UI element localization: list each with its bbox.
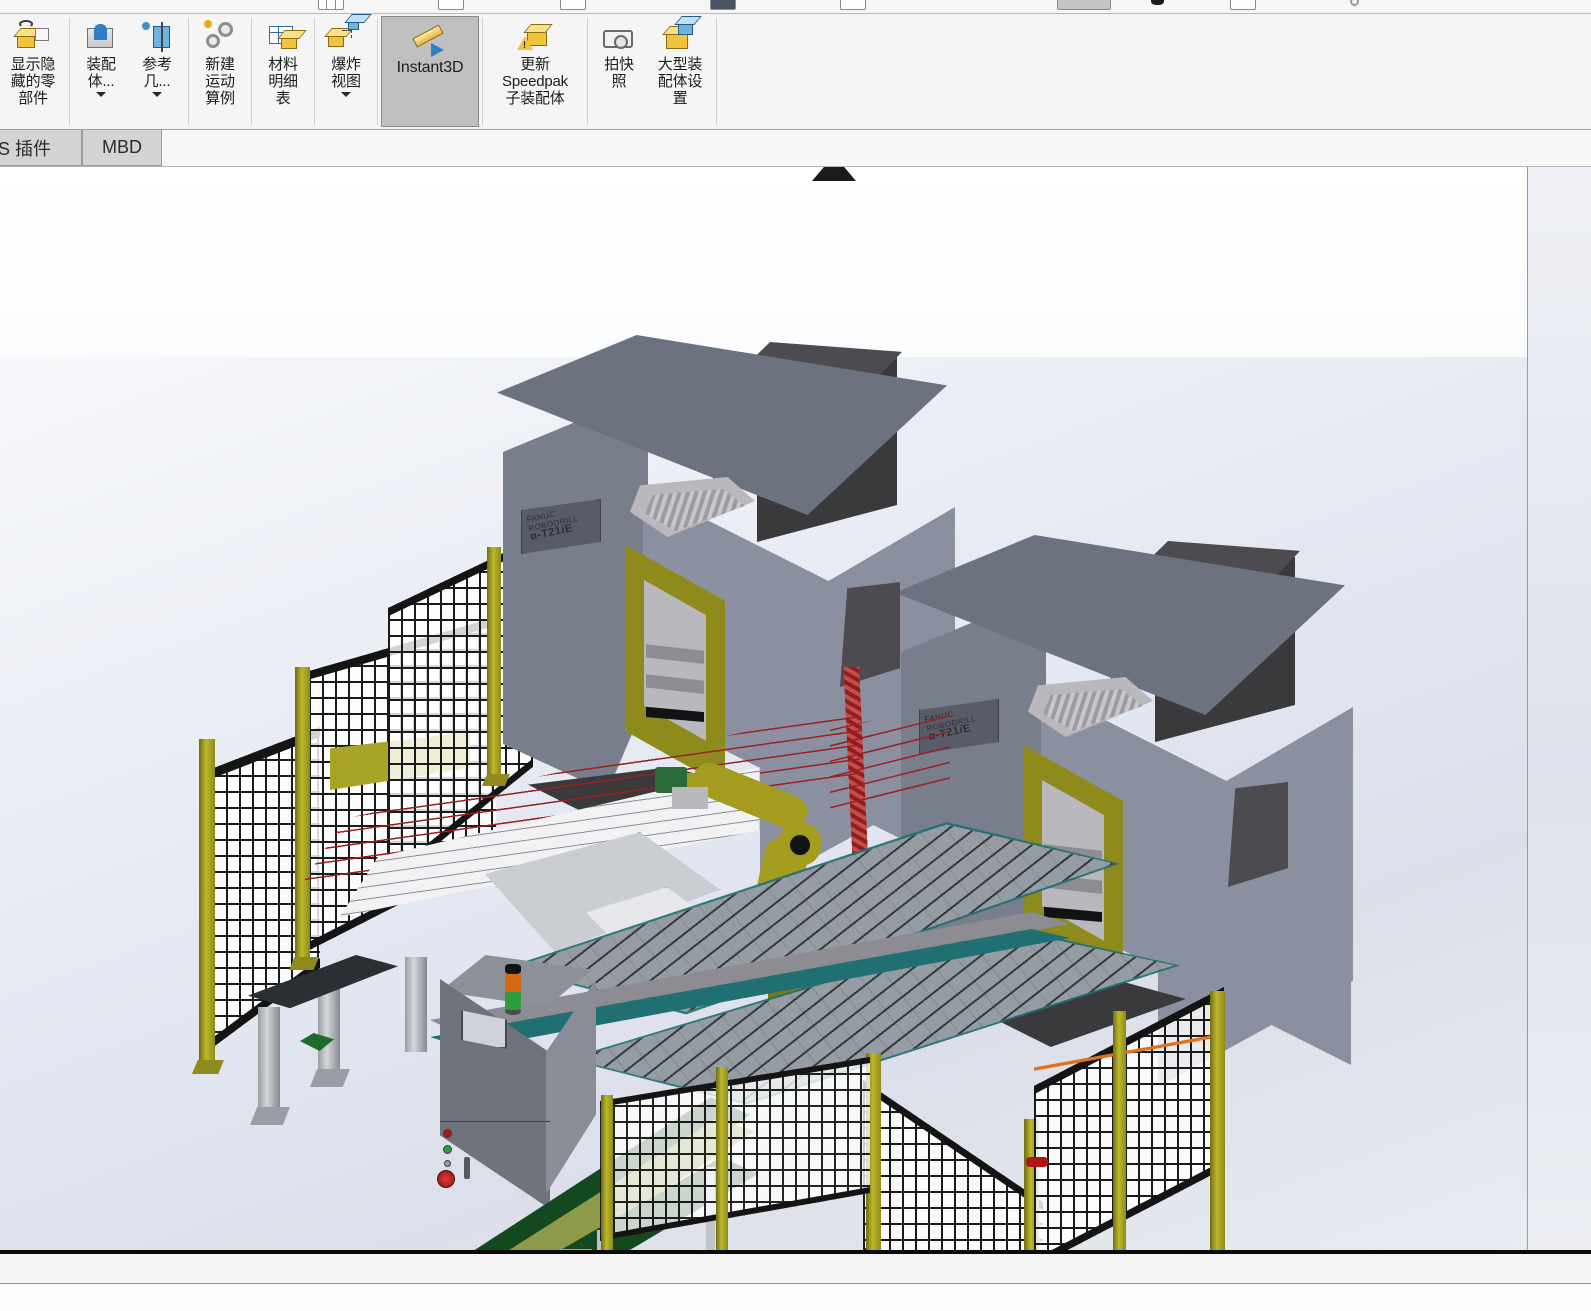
- ribbon-label: 材料 明细 表: [268, 56, 298, 107]
- chevron-down-icon[interactable]: [341, 92, 351, 97]
- solidworks-window: 显示隐 藏的零 部件 装配 体... 参考 几... 新建 运动 算例 材料 明…: [0, 0, 1591, 1311]
- support-column: [405, 957, 427, 1052]
- ribbon-divider: [482, 18, 483, 125]
- ribbon-divider: [377, 18, 378, 125]
- cabinet-door-handle: [464, 1157, 470, 1179]
- ribbon-divider: [69, 18, 70, 125]
- show-hidden-icon: [13, 18, 53, 54]
- grid-icon[interactable]: [318, 0, 344, 10]
- support-column: [258, 1007, 280, 1117]
- quick-access-toolbar-strip: [0, 0, 1591, 14]
- ribbon-toolbar: 显示隐 藏的零 部件 装配 体... 参考 几... 新建 运动 算例 材料 明…: [0, 14, 1591, 130]
- machine-door-handle: [1104, 902, 1114, 942]
- ribbon-divider: [251, 18, 252, 125]
- rectangle-tool-icon[interactable]: [840, 0, 866, 10]
- camera-icon: [599, 18, 639, 54]
- circle-icon[interactable]: [1350, 0, 1359, 6]
- emergency-stop-button: [437, 1170, 455, 1188]
- ribbon-divider: [716, 18, 717, 125]
- take-snapshot-button[interactable]: 拍快 照: [591, 14, 647, 129]
- ribbon-label: 装配 体...: [86, 56, 116, 90]
- fence-panel: [600, 1057, 870, 1241]
- viewport-right-margin: [1528, 167, 1591, 1250]
- indicator-light-red: [443, 1129, 452, 1138]
- robot-gripper-plate: [672, 787, 708, 809]
- blob-icon[interactable]: [1151, 0, 1164, 5]
- fence-post: [716, 1067, 728, 1250]
- exploded-view-button[interactable]: 爆炸 视图: [318, 14, 374, 129]
- chevron-down-icon[interactable]: [96, 92, 106, 97]
- reference-geometry-button[interactable]: 参考 几...: [129, 14, 185, 129]
- support-column-base: [250, 1107, 290, 1125]
- robot-elbow-joint: [790, 835, 810, 855]
- ribbon-divider: [314, 18, 315, 125]
- instant3d-ruler-icon: [405, 21, 455, 57]
- update-speedpak-button[interactable]: 更新 Speedpak 子装配体: [486, 14, 584, 129]
- reference-geometry-icon: [137, 18, 177, 54]
- ribbon-label: 参考 几...: [142, 56, 172, 90]
- fence-post-base: [192, 1060, 224, 1074]
- status-bar: [0, 1254, 1591, 1284]
- display-tool-icon[interactable]: [710, 0, 736, 10]
- update-speedpak-icon: [515, 18, 555, 54]
- assembly-feature-icon: [81, 18, 121, 54]
- command-manager-tab-row: RKS 插件 MBD A: [0, 130, 1591, 297]
- mouse-cursor: [812, 167, 856, 181]
- bottom-area: [0, 1285, 1591, 1311]
- instant3d-button[interactable]: Instant3D: [381, 16, 479, 127]
- fence-post: [295, 667, 310, 965]
- chevron-down-icon[interactable]: [152, 92, 162, 97]
- fence-post: [487, 547, 501, 783]
- ribbon-label: 拍快 照: [604, 56, 634, 90]
- fence-post: [1210, 991, 1225, 1250]
- indicator-light-green: [443, 1145, 452, 1154]
- stack-light-orange: [505, 972, 521, 992]
- fence-door-handle: [1026, 1157, 1048, 1167]
- motion-study-icon: [200, 18, 240, 54]
- rectangle-tool-icon[interactable]: [1230, 0, 1256, 10]
- fence-post: [601, 1095, 613, 1250]
- exploded-view-icon: [326, 18, 366, 54]
- ribbon-label: 新建 运动 算例: [205, 56, 235, 107]
- stack-light-green: [505, 990, 521, 1010]
- assembly-features-button[interactable]: 装配 体...: [73, 14, 129, 129]
- rectangle-tool-icon[interactable]: [560, 0, 586, 10]
- support-column-base: [310, 1069, 350, 1087]
- ribbon-divider: [188, 18, 189, 125]
- tab-label: RKS 插件: [0, 138, 51, 159]
- ribbon-label: 大型装 配体设 置: [657, 56, 703, 107]
- bill-of-materials-button[interactable]: 材料 明细 表: [255, 14, 311, 129]
- large-assembly-icon: [660, 18, 700, 54]
- selector-switch: [444, 1160, 451, 1167]
- fence-post: [199, 739, 215, 1069]
- stack-light-cap: [505, 964, 521, 974]
- large-assembly-settings-button[interactable]: 大型装 配体设 置: [647, 14, 713, 129]
- tab-solidworks-addins[interactable]: RKS 插件: [0, 130, 82, 166]
- ribbon-label: Instant3D: [396, 59, 464, 76]
- bom-table-icon: [263, 18, 303, 54]
- ribbon-label: 更新 Speedpak 子装配体: [502, 56, 568, 107]
- fence-post: [1113, 1011, 1126, 1250]
- show-hidden-components-button[interactable]: 显示隐 藏的零 部件: [0, 14, 66, 129]
- new-motion-study-button[interactable]: 新建 运动 算例: [192, 14, 248, 129]
- tab-label: MBD: [102, 137, 142, 157]
- ribbon-divider: [587, 18, 588, 125]
- tab-mbd[interactable]: MBD: [82, 130, 162, 166]
- assembly-model: FANUCROBODRILLα-T21iE FANUCROBODRILLα-T2…: [0, 167, 1527, 1250]
- selected-tool-icon[interactable]: [1057, 0, 1111, 10]
- ribbon-label: 显示隐 藏的零 部件: [10, 56, 56, 107]
- graphics-viewport[interactable]: FANUCROBODRILLα-T21iE FANUCROBODRILLα-T2…: [0, 167, 1528, 1250]
- machine-door-handle: [706, 702, 716, 742]
- ribbon-label: 爆炸 视图: [331, 56, 361, 90]
- rectangle-tool-icon[interactable]: [438, 0, 464, 10]
